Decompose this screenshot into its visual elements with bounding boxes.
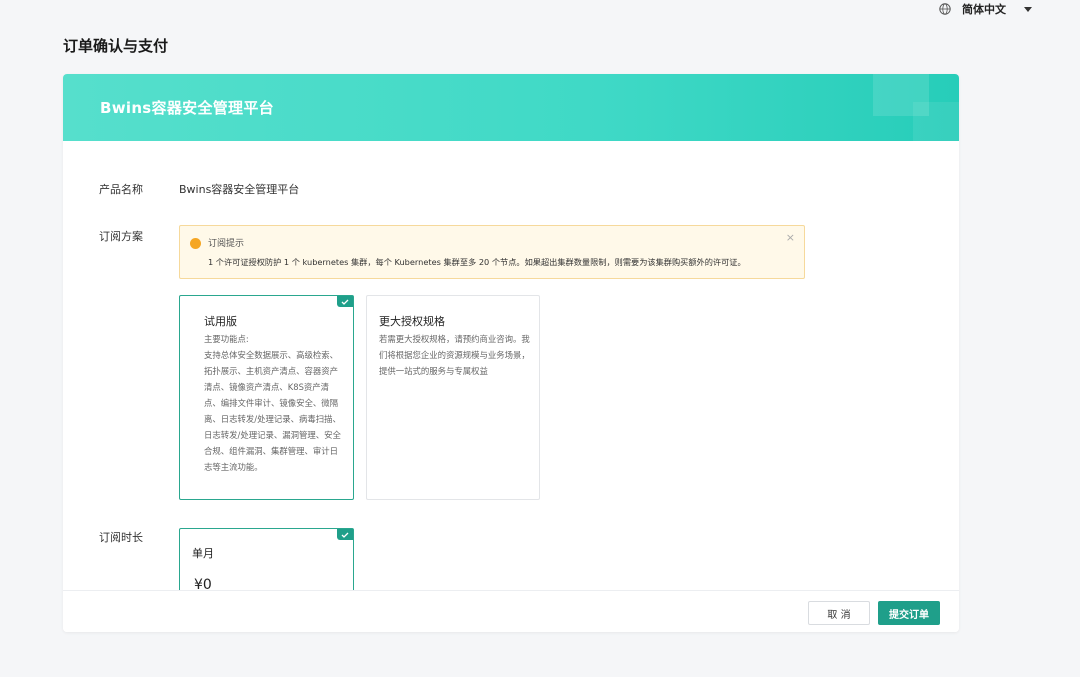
- globe-icon[interactable]: [938, 2, 952, 16]
- plan-description: 支持总体安全数据展示、高级检索、拓扑展示、主机资产清点、容器资产清点、镜像资产清…: [204, 350, 341, 472]
- subscription-notice: 订阅提示 1 个许可证授权防护 1 个 kubernetes 集群，每个 Kub…: [179, 225, 805, 279]
- check-icon: [337, 529, 353, 540]
- cancel-button[interactable]: 取 消: [808, 601, 870, 625]
- product-name-label: 产品名称: [99, 183, 143, 196]
- plan-name: 试用版: [204, 315, 237, 328]
- page-title: 订单确认与支付: [63, 37, 169, 55]
- banner-decoration: [913, 102, 959, 141]
- chevron-down-icon[interactable]: [1024, 6, 1032, 12]
- subscription-plan-label: 订阅方案: [99, 230, 143, 243]
- warning-icon: [190, 238, 201, 249]
- notice-text: 1 个许可证授权防护 1 个 kubernetes 集群，每个 Kubernet…: [208, 257, 746, 267]
- banner-title: Bwins容器安全管理平台: [100, 99, 274, 117]
- check-icon: [337, 296, 353, 307]
- submit-order-button[interactable]: 提交订单: [878, 601, 940, 625]
- product-banner: Bwins容器安全管理平台: [63, 74, 959, 141]
- order-card: Bwins容器安全管理平台 产品名称 Bwins容器安全管理平台 订阅方案 订阅…: [63, 74, 959, 632]
- plan-description: 若需更大授权规格，请预约商业咨询。我们将根据您企业的资源规模与业务场景，提供一站…: [379, 334, 530, 376]
- language-selector[interactable]: 简体中文: [962, 1, 1006, 17]
- plan-card-enterprise[interactable]: 更大授权规格 若需更大授权规格，请预约商业咨询。我们将根据您企业的资源规模与业务…: [366, 295, 540, 500]
- action-footer: 取 消 提交订单: [63, 590, 959, 632]
- top-bar: 简体中文: [938, 0, 1032, 18]
- plan-card-trial[interactable]: 试用版 主要功能点: 支持总体安全数据展示、高级检索、拓扑展示、主机资产清点、容…: [179, 295, 354, 500]
- close-icon[interactable]: ×: [786, 231, 795, 244]
- plan-desc-title: 主要功能点:: [204, 334, 249, 344]
- notice-title: 订阅提示: [208, 239, 245, 249]
- subscription-duration-label: 订阅时长: [99, 531, 143, 544]
- duration-name: 单月: [192, 547, 214, 560]
- product-name-value: Bwins容器安全管理平台: [179, 183, 300, 196]
- plan-name: 更大授权规格: [379, 315, 445, 328]
